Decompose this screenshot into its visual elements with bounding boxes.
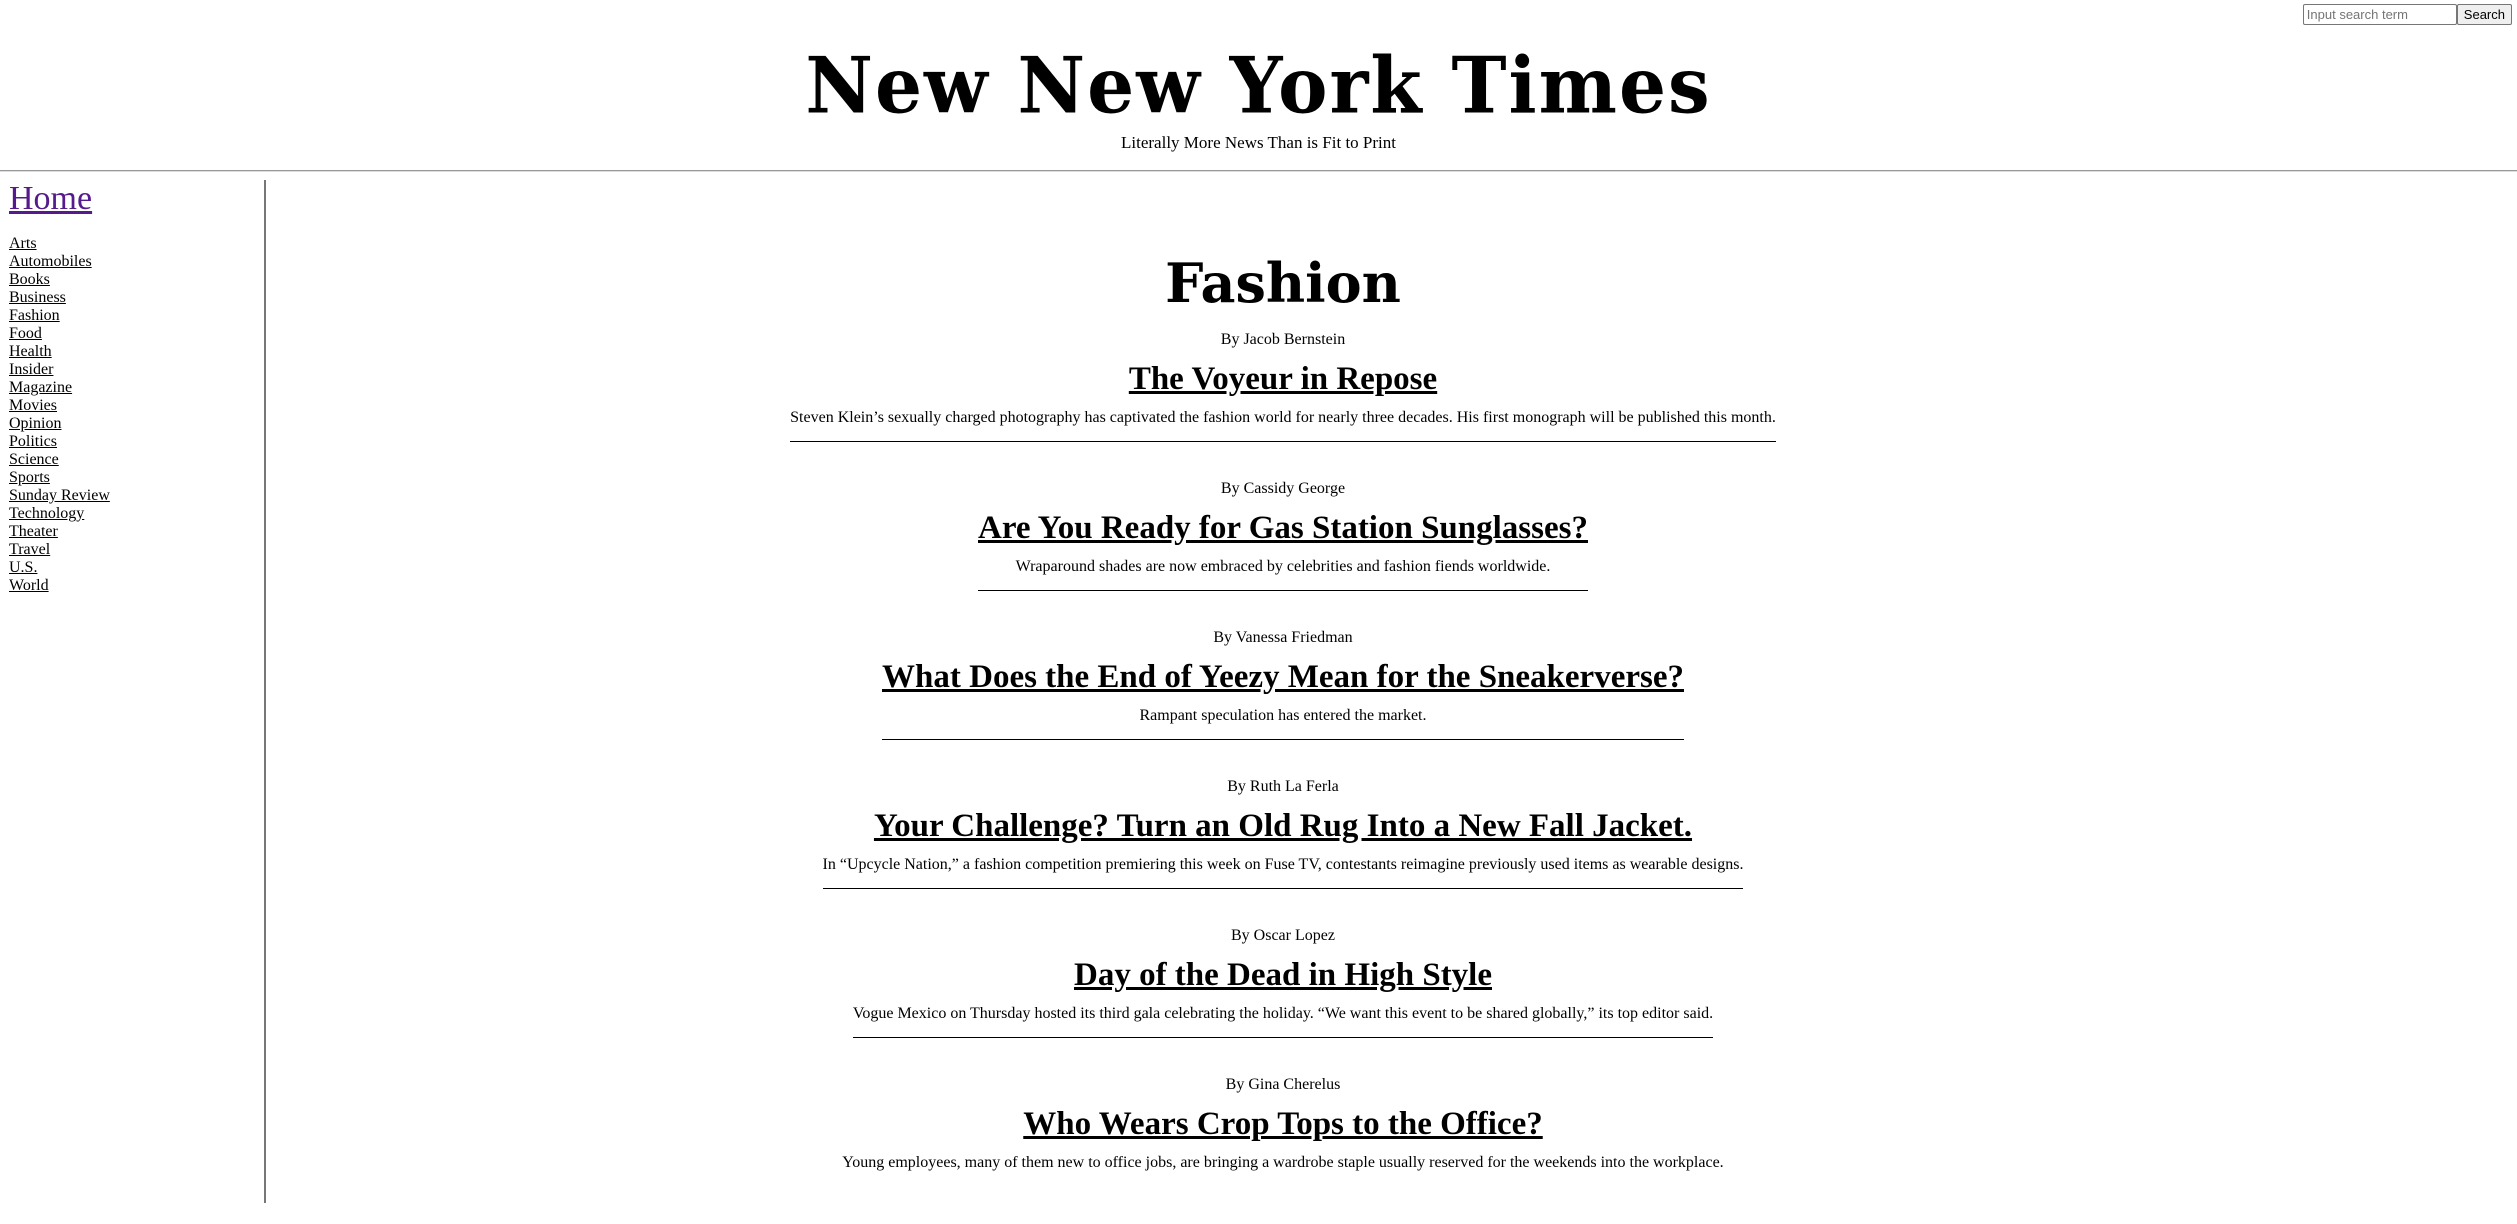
article-body: By Jacob Bernstein The Voyeur in Repose … [790,330,1776,442]
sidebar-link[interactable]: Magazine [9,379,72,396]
sidebar-item-business: Business [9,289,110,307]
section-title: Fashion [1165,251,1401,316]
sidebar-item-fashion: Fashion [9,307,110,325]
sidebar-link[interactable]: Science [9,451,59,468]
sidebar-link[interactable]: U.S. [9,559,37,576]
sidebar-link[interactable]: Opinion [9,415,61,432]
article-headline-link[interactable]: Are You Ready for Gas Station Sunglasses… [978,508,1588,548]
sidebar-link[interactable]: Food [9,325,42,342]
sidebar-item-sports: Sports [9,469,110,487]
sidebar-link[interactable]: Books [9,271,50,288]
masthead-divider [0,170,2517,172]
sidebar-link[interactable]: Fashion [9,307,60,324]
sidebar-link[interactable]: Travel [9,541,50,558]
sidebar-item-health: Health [9,343,110,361]
article: By Ruth La Ferla Your Challenge? Turn an… [267,777,2299,926]
sidebar-item-technology: Technology [9,505,110,523]
article-headline-link[interactable]: Day of the Dead in High Style [853,955,1713,995]
sidebar-item-automobiles: Automobiles [9,253,110,271]
sidebar-link[interactable]: World [9,577,49,594]
sidebar-item-opinion: Opinion [9,415,110,433]
sidebar-item-us: U.S. [9,559,110,577]
article-body: By Vanessa Friedman What Does the End of… [882,628,1684,740]
sidebar: Home Arts Automobiles Books Business Fas… [0,180,266,1203]
sidebar-link[interactable]: Movies [9,397,57,414]
sidebar-link[interactable]: Sports [9,469,50,486]
sidebar-item-sunday-review: Sunday Review [9,487,110,505]
sidebar-item-magazine: Magazine [9,379,110,397]
sidebar-link[interactable]: Politics [9,433,57,450]
sidebar-link[interactable]: Theater [9,523,58,540]
sidebar-item-politics: Politics [9,433,110,451]
main-content: Fashion By Jacob Bernstein The Voyeur in… [267,180,2299,1203]
sidebar-item-world: World [9,577,110,595]
sidebar-link[interactable]: Technology [9,505,84,522]
article-body: By Cassidy George Are You Ready for Gas … [978,479,1588,591]
section-list: Arts Automobiles Books Business Fashion … [9,235,110,595]
article-byline: By Vanessa Friedman [1213,629,1353,646]
article: By Gina Cherelus Who Wears Crop Tops to … [267,1075,2299,1224]
sidebar-item-movies: Movies [9,397,110,415]
article-headline-link[interactable]: Your Challenge? Turn an Old Rug Into a N… [823,806,1744,846]
article: By Oscar Lopez Day of the Dead in High S… [267,926,2299,1075]
article-body: By Ruth La Ferla Your Challenge? Turn an… [822,777,1744,889]
sidebar-item-insider: Insider [9,361,110,379]
article: By Vanessa Friedman What Does the End of… [267,628,2299,777]
masthead-tagline: Literally More News Than is Fit to Print [1121,133,1396,152]
article-summary: Rampant speculation has entered the mark… [1139,707,1427,724]
article-summary: Young employees, many of them new to off… [842,1154,1724,1171]
sidebar-item-science: Science [9,451,110,469]
masthead-title: New New York Times [805,40,1712,132]
article-headline-link[interactable]: What Does the End of Yeezy Mean for the … [882,657,1684,697]
article-byline: By Cassidy George [1220,480,1346,497]
sidebar-item-theater: Theater [9,523,110,541]
sidebar-item-arts: Arts [9,235,110,253]
masthead: New New York Times Literally More News T… [0,0,2517,170]
article-byline: By Ruth La Ferla [1227,778,1339,795]
article-summary: In “Upcycle Nation,” a fashion competiti… [822,856,1744,873]
article-headline-link[interactable]: The Voyeur in Repose [790,359,1776,399]
article-list: By Jacob Bernstein The Voyeur in Repose … [267,330,2299,1224]
sidebar-link[interactable]: Automobiles [9,253,92,270]
sidebar-item-food: Food [9,325,110,343]
article-body: By Oscar Lopez Day of the Dead in High S… [852,926,1714,1038]
article-body: By Gina Cherelus Who Wears Crop Tops to … [842,1075,1723,1186]
article-byline: By Oscar Lopez [1231,927,1335,944]
sidebar-item-books: Books [9,271,110,289]
sidebar-link[interactable]: Insider [9,361,53,378]
sidebar-link[interactable]: Arts [9,235,37,252]
article-summary: Steven Klein’s sexually charged photogra… [790,409,1776,426]
article-summary: Wraparound shades are now embraced by ce… [1015,558,1551,575]
sidebar-item-travel: Travel [9,541,110,559]
home-link[interactable]: Home [9,180,92,218]
article-summary: Vogue Mexico on Thursday hosted its thir… [852,1005,1714,1022]
sidebar-link[interactable]: Sunday Review [9,487,110,504]
article: By Jacob Bernstein The Voyeur in Repose … [267,330,2299,479]
article-byline: By Gina Cherelus [1225,1076,1341,1093]
article: By Cassidy George Are You Ready for Gas … [267,479,2299,628]
article-headline-link[interactable]: Who Wears Crop Tops to the Office? [842,1104,1723,1144]
article-byline: By Jacob Bernstein [1220,331,1346,348]
sidebar-link[interactable]: Business [9,289,66,306]
sidebar-link[interactable]: Health [9,343,52,360]
